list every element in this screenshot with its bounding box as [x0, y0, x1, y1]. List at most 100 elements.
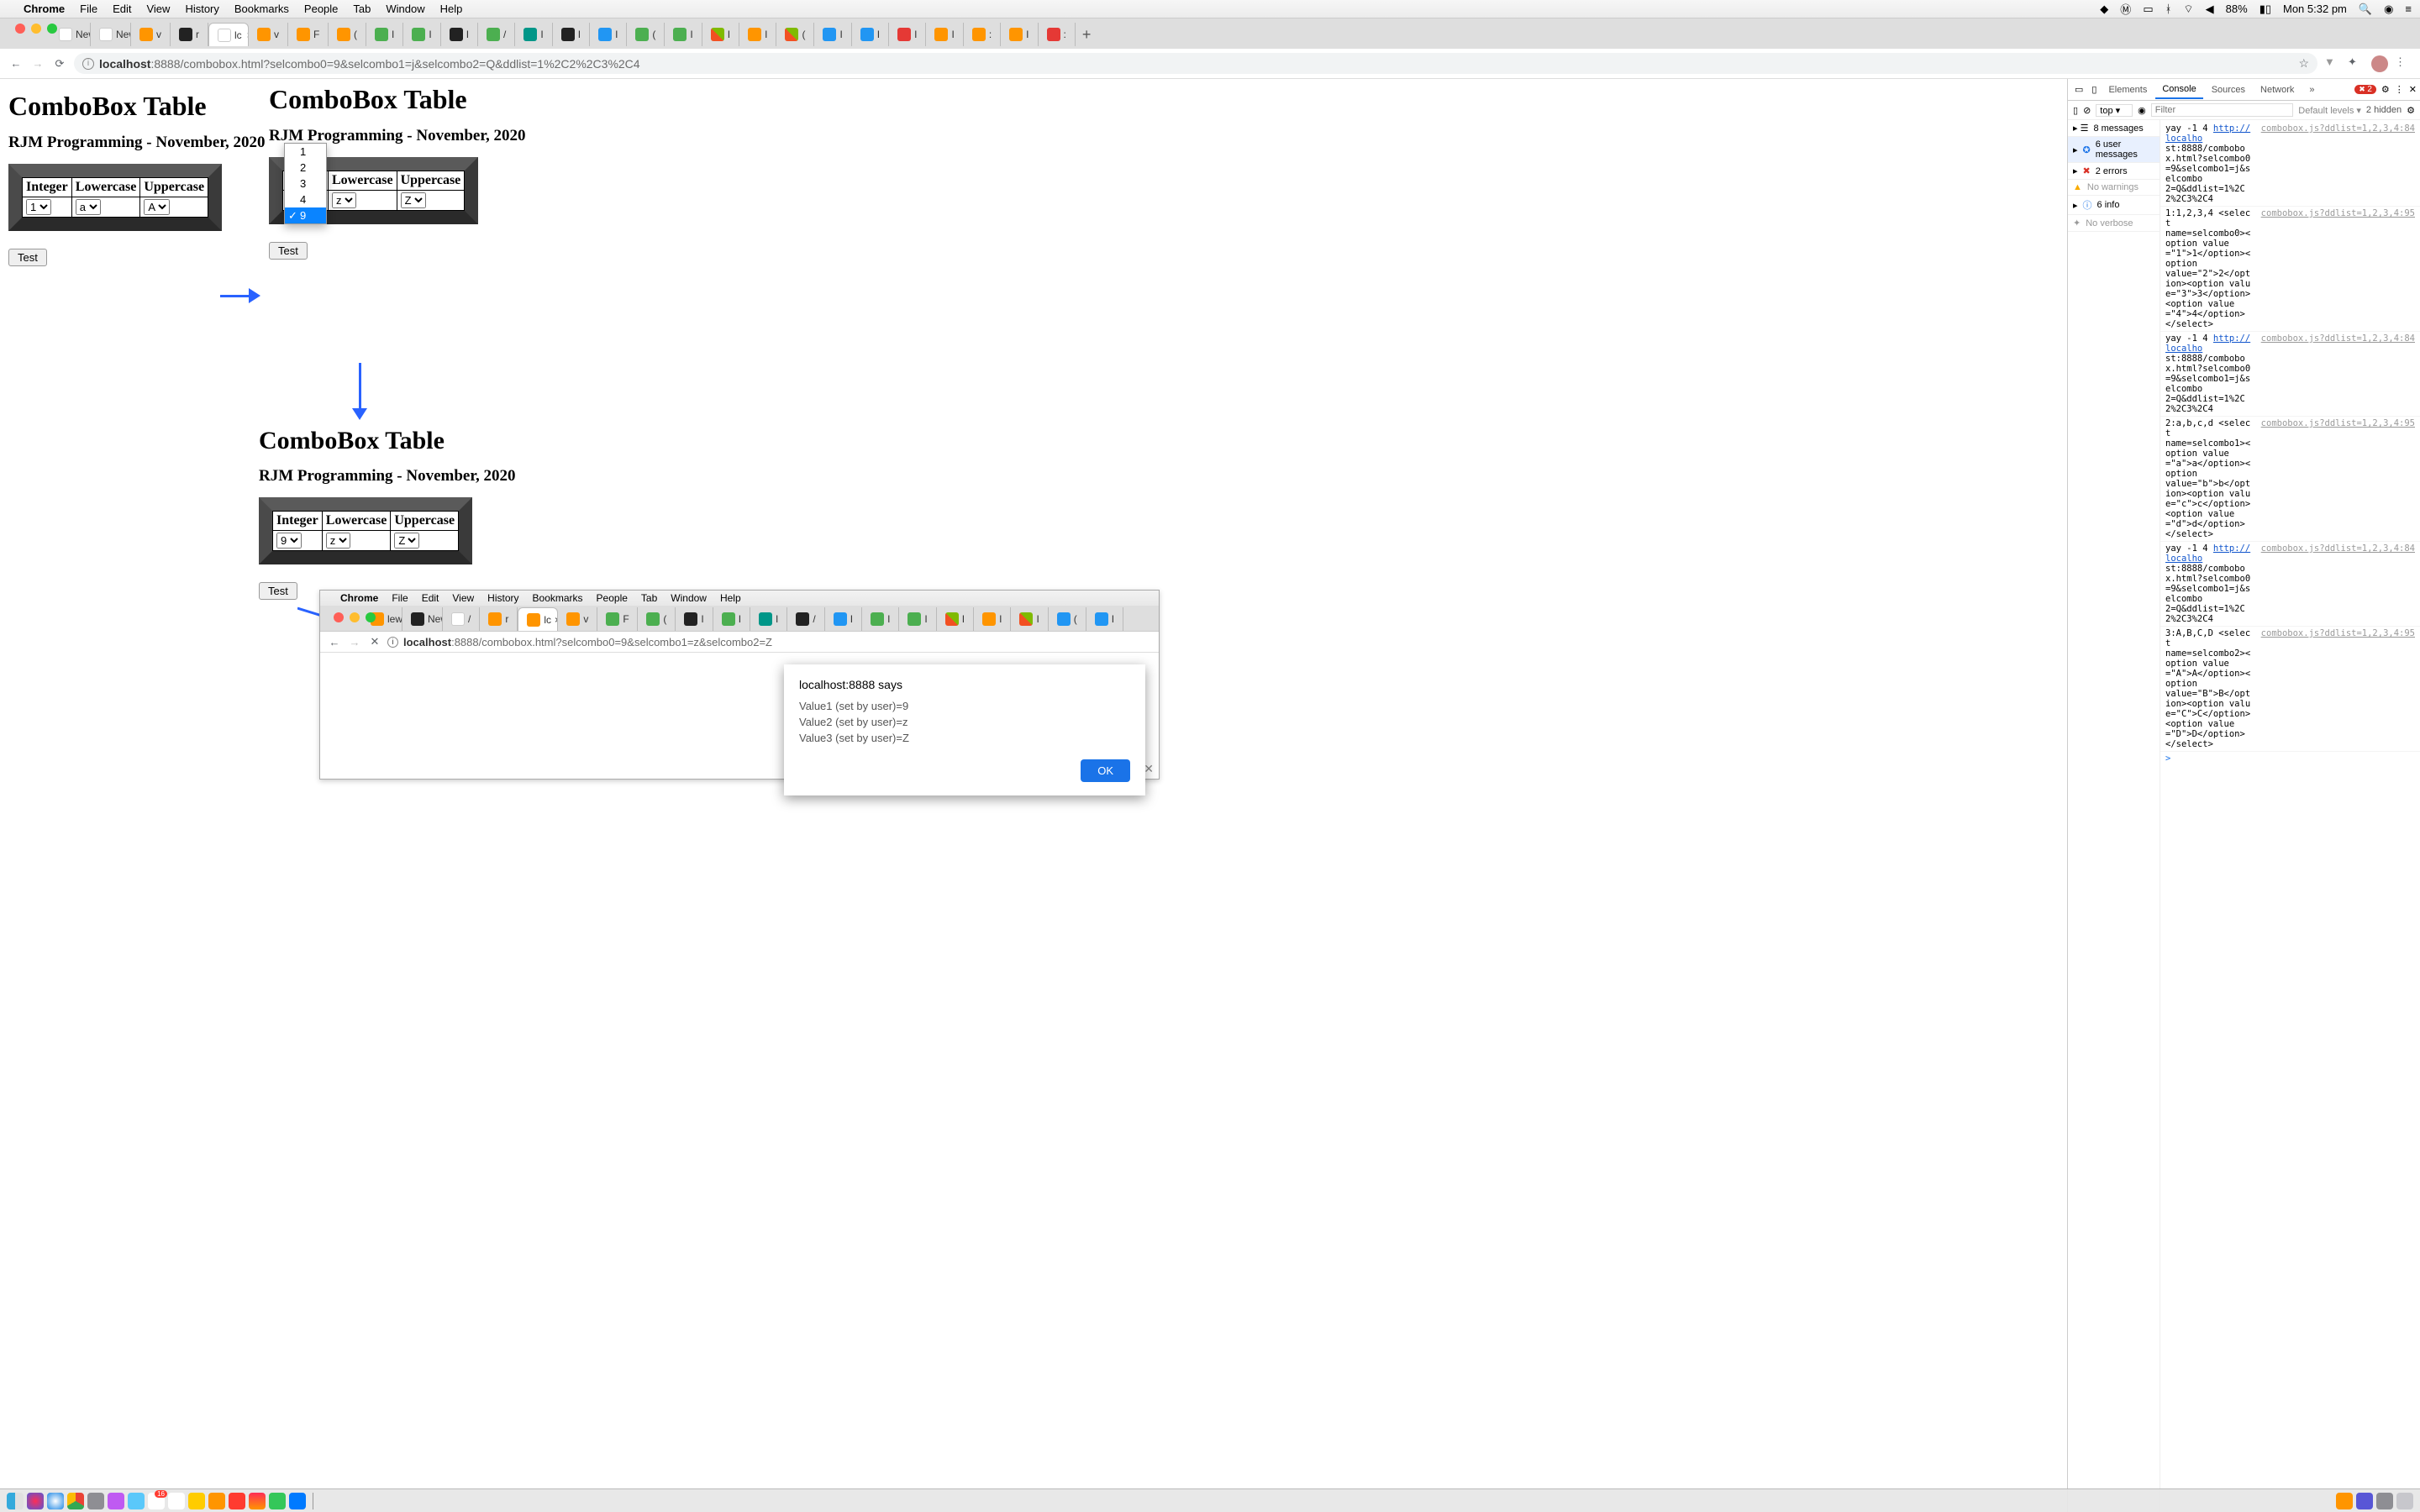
close-window[interactable]: [15, 24, 25, 34]
sb-verbose[interactable]: ✦ No verbose: [2068, 215, 2160, 232]
forward-button[interactable]: →: [30, 56, 45, 71]
dock-app-icon[interactable]: [229, 1493, 245, 1509]
profile-avatar[interactable]: [2371, 55, 2388, 72]
menu-edit[interactable]: Edit: [113, 3, 131, 15]
select-lowercase-1[interactable]: a: [76, 199, 101, 215]
browser-tab[interactable]: r: [171, 23, 208, 46]
test-button-2[interactable]: Test: [269, 242, 308, 260]
browser-tab[interactable]: /: [787, 607, 824, 631]
messages-icon[interactable]: [269, 1493, 286, 1509]
browser-tab[interactable]: I: [1011, 607, 1048, 631]
console-message[interactable]: yay -1 4 http://localho st:8888/combobox…: [2160, 542, 2420, 627]
browser-tab[interactable]: lc×: [518, 607, 558, 631]
maximize-window[interactable]: [47, 24, 57, 34]
browser-tab[interactable]: v: [249, 23, 288, 46]
notifications-icon[interactable]: ≡: [2405, 3, 2412, 15]
dt-close-icon[interactable]: ✕: [2409, 84, 2417, 95]
browser-tab[interactable]: I: [974, 607, 1011, 631]
bluetooth-icon[interactable]: ᚼ: [2165, 3, 2172, 15]
select-uppercase-3[interactable]: Z: [394, 533, 419, 549]
new-tab-button[interactable]: +: [1076, 26, 1098, 44]
browser-tab[interactable]: I: [899, 607, 936, 631]
console-settings-icon[interactable]: ⚙: [2407, 105, 2415, 116]
select-uppercase-1[interactable]: A: [144, 199, 170, 215]
menu-history[interactable]: History: [185, 3, 218, 15]
reminders-icon[interactable]: [168, 1493, 185, 1509]
sub-maximize-window[interactable]: [366, 612, 376, 622]
browser-tab[interactable]: New: [91, 23, 131, 46]
browser-tab[interactable]: /: [443, 607, 480, 631]
console-message[interactable]: 1:1,2,3,4 <select name=selcombo0><option…: [2160, 207, 2420, 332]
console-message[interactable]: 3:A,B,C,D <select name=selcombo2><option…: [2160, 627, 2420, 752]
menu-window[interactable]: Window: [386, 3, 424, 15]
hidden-count[interactable]: 2 hidden: [2366, 105, 2402, 115]
browser-tab[interactable]: lc×: [208, 23, 249, 46]
test-button-3[interactable]: Test: [259, 582, 297, 600]
console-source-link[interactable]: combobox.js?ddlist=1,2,3,4:95: [2261, 208, 2415, 329]
back-button[interactable]: ←: [8, 56, 24, 71]
browser-tab[interactable]: I: [889, 23, 926, 46]
select-lowercase-3[interactable]: z: [326, 533, 350, 549]
sb-info[interactable]: ▸ ⓘ 6 info: [2068, 196, 2160, 215]
browser-tab[interactable]: v: [558, 607, 597, 631]
omnibox[interactable]: i localhost:8888/combobox.html?selcombo0…: [74, 53, 2317, 74]
sb-errors[interactable]: ▸ ✖ 2 errors: [2068, 163, 2160, 180]
browser-tab[interactable]: I: [825, 607, 862, 631]
select-lowercase-2[interactable]: z: [332, 192, 356, 208]
console-message[interactable]: yay -1 4 http://localho st:8888/combobox…: [2160, 332, 2420, 417]
notes-icon[interactable]: [188, 1493, 205, 1509]
alert-ok-button[interactable]: OK: [1081, 759, 1130, 782]
sub-omnibox[interactable]: i localhost:8888/combobox.html?selcombo0…: [387, 636, 1152, 648]
browser-tab[interactable]: I: [515, 23, 552, 46]
dock-app-icon[interactable]: [2356, 1493, 2373, 1509]
reload-button[interactable]: ⟳: [52, 56, 67, 71]
alert-close-icon[interactable]: ✕: [1144, 762, 1154, 776]
browser-tab[interactable]: I: [750, 607, 787, 631]
volume-icon[interactable]: ◀: [2206, 3, 2214, 16]
menu-view[interactable]: View: [146, 3, 170, 15]
dock-app-icon[interactable]: [2336, 1493, 2353, 1509]
sub-forward-button[interactable]: →: [347, 634, 362, 649]
dropdown-option[interactable]: 9: [285, 207, 326, 223]
browser-tab[interactable]: I: [403, 23, 440, 46]
siri-icon[interactable]: ◉: [2384, 3, 2393, 16]
dt-tab-console[interactable]: Console: [2155, 81, 2202, 99]
browser-tab[interactable]: I: [814, 23, 851, 46]
browser-tab[interactable]: I: [590, 23, 627, 46]
sub-minimize-window[interactable]: [350, 612, 360, 622]
screen-mirror-icon[interactable]: ▭: [2143, 3, 2153, 16]
calendar-icon[interactable]: [148, 1493, 165, 1509]
select-integer-1[interactable]: 1: [26, 199, 51, 215]
browser-tab[interactable]: I: [553, 23, 590, 46]
bookmark-star-icon[interactable]: ☆: [2298, 56, 2309, 71]
browser-tab[interactable]: /: [478, 23, 515, 46]
dropdown-option[interactable]: 3: [285, 176, 326, 192]
itunes-icon[interactable]: [249, 1493, 266, 1509]
console-source-link[interactable]: combobox.js?ddlist=1,2,3,4:95: [2261, 418, 2415, 539]
trash-icon[interactable]: [2396, 1493, 2413, 1509]
test-button-1[interactable]: Test: [8, 249, 47, 266]
sb-messages[interactable]: ▸ ☰ 8 messages: [2068, 120, 2160, 137]
console-message[interactable]: yay -1 4 http://localho st:8888/combobox…: [2160, 122, 2420, 207]
browser-tab[interactable]: I: [1001, 23, 1038, 46]
browser-tab[interactable]: I: [676, 607, 713, 631]
browser-tab[interactable]: (: [627, 23, 665, 46]
browser-tab[interactable]: I: [852, 23, 889, 46]
sub-stop-button[interactable]: ✕: [367, 634, 382, 649]
extensions-icon[interactable]: ✦: [2348, 55, 2365, 72]
browser-tab[interactable]: v: [131, 23, 171, 46]
finder-icon[interactable]: [7, 1493, 24, 1509]
dropdown-option[interactable]: 4: [285, 192, 326, 207]
browser-tab[interactable]: New: [402, 607, 443, 631]
status-icon[interactable]: Ⓜ: [2120, 1, 2131, 17]
console-filter[interactable]: [2151, 103, 2294, 117]
dock-app-icon[interactable]: [108, 1493, 124, 1509]
menu-help[interactable]: Help: [440, 3, 463, 15]
dock-app-icon[interactable]: [289, 1493, 306, 1509]
dock-app-icon[interactable]: [2376, 1493, 2393, 1509]
status-icon[interactable]: ◆: [2100, 3, 2108, 16]
sb-warnings[interactable]: ▲ No warnings: [2068, 180, 2160, 196]
device-icon[interactable]: ▯: [2088, 84, 2100, 95]
browser-tab[interactable]: (: [1049, 607, 1086, 631]
log-levels[interactable]: Default levels ▾: [2298, 105, 2361, 116]
